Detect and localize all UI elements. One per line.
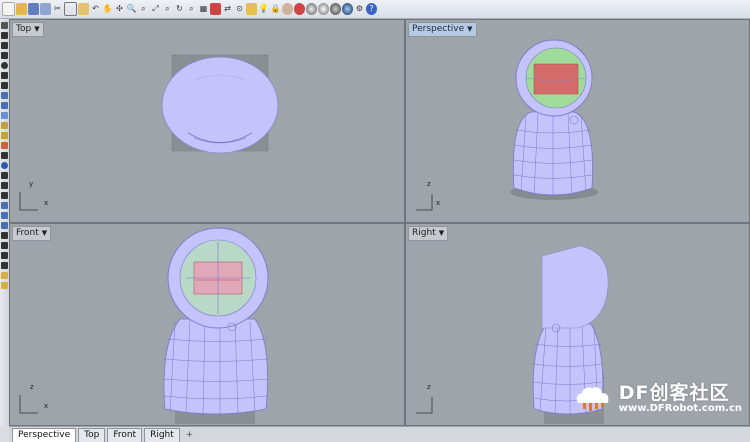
axis-indicator	[416, 194, 433, 211]
mesh-icon[interactable]	[1, 112, 8, 119]
arc-icon[interactable]	[1, 72, 8, 79]
select-icon[interactable]	[1, 22, 8, 29]
analyze-icon[interactable]	[1, 242, 8, 249]
ghosted-icon[interactable]	[318, 3, 329, 15]
zoom-window-icon[interactable]: ⌕	[138, 3, 149, 15]
fillet-icon[interactable]	[1, 222, 8, 229]
options-icon[interactable]: ⚙	[354, 3, 365, 15]
viewport-perspective[interactable]: Perspective ▼ z x	[405, 19, 750, 223]
properties-icon[interactable]	[1, 282, 8, 289]
surface-icon[interactable]	[1, 92, 8, 99]
circle-icon[interactable]	[1, 62, 8, 69]
front-model	[163, 227, 269, 424]
copy-icon[interactable]	[64, 2, 77, 16]
zoom-selected-icon[interactable]: ⌕	[162, 3, 173, 15]
open-icon[interactable]	[16, 3, 27, 15]
tab-perspective[interactable]: Perspective	[12, 428, 77, 442]
rotate-view-icon[interactable]: ✣	[114, 3, 125, 15]
axis-y-label: y	[29, 180, 34, 188]
transform-icon[interactable]	[1, 122, 8, 129]
perspective-model	[510, 39, 598, 200]
pan-icon[interactable]: ✋	[102, 3, 113, 15]
tab-front[interactable]: Front	[107, 428, 143, 442]
show-icon[interactable]	[246, 3, 257, 15]
offset-icon[interactable]	[1, 232, 8, 239]
render-icon[interactable]	[306, 3, 317, 15]
rotate-object-icon[interactable]	[1, 142, 8, 149]
top-model	[161, 54, 279, 154]
axis-x-label: x	[436, 199, 441, 207]
join-icon[interactable]	[1, 202, 8, 209]
light-icon[interactable]: 💡	[258, 3, 269, 15]
explode-icon[interactable]	[1, 212, 8, 219]
new-file-icon[interactable]	[2, 2, 15, 16]
sphere-icon[interactable]	[342, 3, 353, 15]
move-icon[interactable]	[1, 132, 8, 139]
scale-icon[interactable]	[1, 152, 8, 159]
help-icon[interactable]: ?	[366, 3, 377, 15]
add-tab-button[interactable]: +	[182, 429, 198, 442]
snap-icon[interactable]: ⊙	[234, 3, 245, 15]
split-icon[interactable]	[1, 192, 8, 199]
curve-icon[interactable]	[1, 52, 8, 59]
solid-icon[interactable]	[1, 102, 8, 109]
layer-icon[interactable]	[1, 272, 8, 279]
axis-indicator	[416, 397, 433, 414]
array-icon[interactable]	[1, 172, 8, 179]
cplane-icon[interactable]	[210, 3, 221, 15]
undo-icon[interactable]: ↶	[90, 3, 101, 15]
material-icon[interactable]	[282, 3, 293, 15]
axis-z-label: z	[427, 180, 431, 188]
axis-z-label: z	[427, 383, 431, 391]
paste-icon[interactable]	[78, 3, 89, 15]
grid-icon[interactable]: ▦	[198, 3, 209, 15]
watermark-url: www.DFRobot.com.cn	[618, 402, 742, 414]
axis-x-label: x	[44, 199, 49, 207]
cut-icon[interactable]: ✂	[52, 3, 63, 15]
save-icon[interactable]	[28, 3, 39, 15]
viewport-front[interactable]: Front ▼ z x	[9, 223, 405, 426]
shade-icon[interactable]	[294, 3, 305, 15]
viewport-tabs: Perspective Top Front Right +	[9, 426, 750, 442]
save-as-icon[interactable]	[40, 3, 51, 15]
axis-indicator	[19, 192, 38, 211]
viewport-top[interactable]: Top ▼ y x	[9, 19, 405, 223]
watermark: DF创客社区 www.DFRobot.com.cn	[570, 383, 742, 415]
zoom-dynamic-icon[interactable]: ⌕	[186, 3, 197, 15]
lock-icon[interactable]: 🔒	[270, 3, 281, 15]
ortho-icon[interactable]: ⇄	[222, 3, 233, 15]
axis-x-label: x	[44, 402, 49, 410]
text-icon[interactable]	[1, 262, 8, 269]
line-icon[interactable]	[1, 42, 8, 49]
main-toolbar: ✂ ↶ ✋ ✣ 🔍 ⌕ ⤢ ⌕ ↻ ⌕ ▦ ⇄ ⊙ 💡 🔒 ⚙ ?	[0, 0, 750, 19]
mirror-icon[interactable]	[1, 162, 8, 169]
polyline-icon[interactable]	[1, 82, 8, 89]
point-icon[interactable]	[1, 32, 8, 39]
xray-icon[interactable]	[330, 3, 341, 15]
watermark-title: DF创客社区	[618, 381, 730, 404]
axis-z-label: z	[30, 383, 34, 391]
tab-top[interactable]: Top	[78, 428, 106, 442]
rotate-icon[interactable]: ↻	[174, 3, 185, 15]
zoom-icon[interactable]: 🔍	[126, 3, 137, 15]
axis-indicator	[19, 395, 38, 414]
zoom-extents-icon[interactable]: ⤢	[150, 3, 161, 15]
dfrobot-logo-icon	[576, 387, 609, 411]
dimension-icon[interactable]	[1, 252, 8, 259]
tab-right[interactable]: Right	[144, 428, 180, 442]
trim-icon[interactable]	[1, 182, 8, 189]
